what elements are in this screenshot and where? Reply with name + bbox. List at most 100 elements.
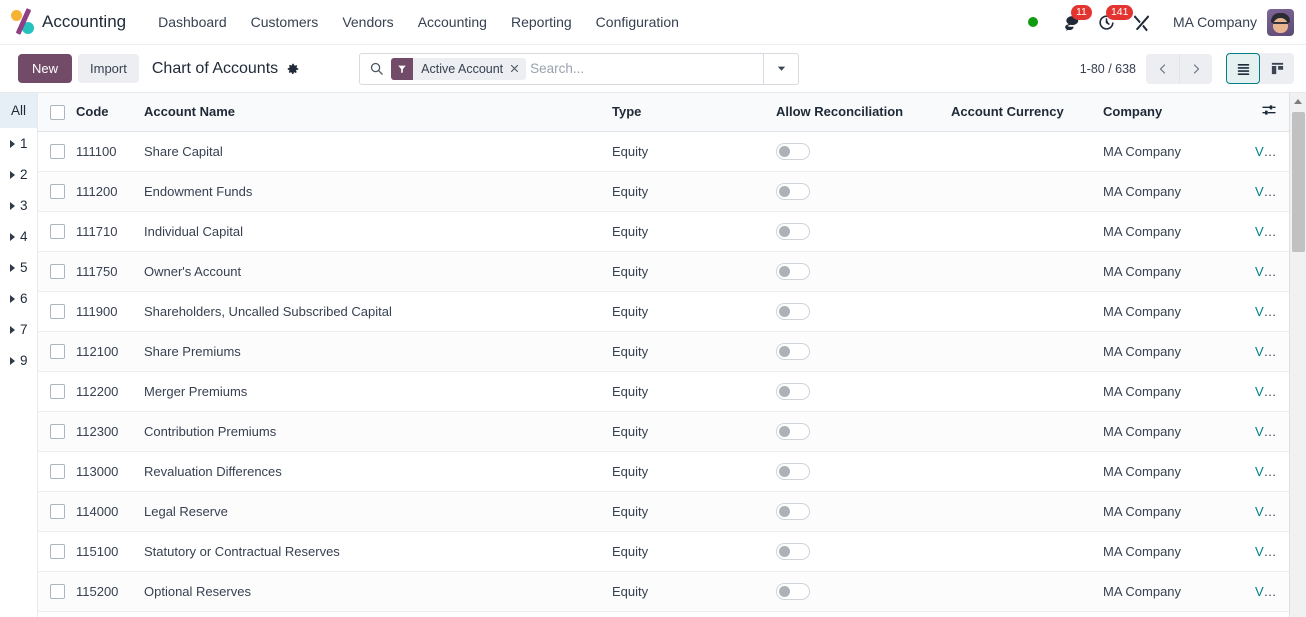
- filter-facet-active-account[interactable]: Active Account: [391, 57, 527, 80]
- user-avatar[interactable]: [1267, 8, 1294, 36]
- gear-icon[interactable]: [286, 62, 300, 76]
- select-all-checkbox[interactable]: [50, 104, 65, 120]
- scroll-up-button[interactable]: [1290, 93, 1306, 110]
- row-checkbox[interactable]: [50, 144, 65, 160]
- reconciliation-toggle[interactable]: [776, 582, 810, 600]
- reconciliation-toggle[interactable]: [776, 302, 810, 320]
- column-header-company[interactable]: Company: [1095, 93, 1247, 132]
- table-row[interactable]: 115200 Optional Reserves Equity MA Company V…: [38, 571, 1289, 612]
- row-checkbox[interactable]: [50, 384, 65, 400]
- sidebar-group-4[interactable]: 4: [0, 221, 37, 252]
- view-link[interactable]: View: [1255, 144, 1283, 159]
- apps-tools-button[interactable]: [1124, 0, 1159, 45]
- reconciliation-toggle[interactable]: [776, 222, 810, 240]
- table-row[interactable]: 115100 Statutory or Contractual Reserves E…: [38, 531, 1289, 572]
- activities-button[interactable]: 141: [1089, 0, 1134, 45]
- view-link[interactable]: View: [1255, 344, 1283, 359]
- cell-account-name: Share Premiums: [136, 331, 604, 372]
- reconciliation-toggle[interactable]: [776, 462, 810, 480]
- company-switcher[interactable]: MA Company: [1159, 14, 1267, 30]
- table-row[interactable]: 111900 Shareholders, Uncalled Subscribed …: [38, 291, 1289, 332]
- search-dropdown-toggle[interactable]: [763, 53, 798, 84]
- odoo-accounting-logo-icon[interactable]: [10, 8, 36, 35]
- row-checkbox[interactable]: [50, 424, 65, 440]
- table-row[interactable]: 111750 Owner's Account Equity MA Company Vie…: [38, 251, 1289, 292]
- view-link[interactable]: View: [1255, 464, 1283, 479]
- column-header-code[interactable]: Code: [68, 93, 136, 132]
- menu-item-reporting[interactable]: Reporting: [499, 8, 584, 36]
- cell-company: MA Company: [1095, 251, 1247, 292]
- table-row[interactable]: 113000 Revaluation Differences Equity MA Co…: [38, 451, 1289, 492]
- list-view-button[interactable]: [1226, 53, 1260, 84]
- table-row[interactable]: 112300 Contribution Premiums Equity MA Comp…: [38, 411, 1289, 452]
- reconciliation-toggle[interactable]: [776, 262, 810, 280]
- menu-item-accounting[interactable]: Accounting: [406, 8, 499, 36]
- close-icon[interactable]: [510, 64, 526, 73]
- view-link[interactable]: View: [1255, 304, 1283, 319]
- row-checkbox[interactable]: [50, 304, 65, 320]
- view-link[interactable]: View: [1255, 184, 1283, 199]
- import-button[interactable]: Import: [78, 54, 139, 83]
- menu-item-customers[interactable]: Customers: [239, 8, 331, 36]
- optional-columns-button[interactable]: [1247, 93, 1289, 132]
- row-checkbox[interactable]: [50, 584, 65, 600]
- view-link[interactable]: View: [1255, 544, 1283, 559]
- table-row[interactable]: 112200 Merger Premiums Equity MA Company Vie…: [38, 371, 1289, 412]
- sidebar-group-7[interactable]: 7: [0, 314, 37, 345]
- reconciliation-toggle[interactable]: [776, 142, 810, 160]
- row-checkbox[interactable]: [50, 224, 65, 240]
- reconciliation-toggle[interactable]: [776, 342, 810, 360]
- table-row[interactable]: 111200 Endowment Funds Equity MA Company Vie…: [38, 171, 1289, 212]
- sidebar-group-6[interactable]: 6: [0, 283, 37, 314]
- column-header-account-currency[interactable]: Account Currency: [943, 93, 1095, 132]
- view-link[interactable]: View: [1255, 264, 1283, 279]
- scrollbar-thumb[interactable]: [1292, 112, 1305, 252]
- menu-item-configuration[interactable]: Configuration: [584, 8, 691, 36]
- sidebar-group-3[interactable]: 3: [0, 190, 37, 221]
- cell-allow-reconciliation: [768, 211, 943, 252]
- brand-name[interactable]: Accounting: [42, 12, 126, 32]
- table-row[interactable]: 111100 Share Capital Equity MA Company View: [38, 131, 1289, 172]
- kanban-view-button[interactable]: [1260, 53, 1294, 84]
- messages-button[interactable]: 11: [1054, 0, 1092, 45]
- vertical-scrollbar[interactable]: [1289, 93, 1306, 617]
- table-row[interactable]: 112100 Share Premiums Equity MA Company View: [38, 331, 1289, 372]
- cell-code: 114000: [68, 491, 136, 532]
- view-link[interactable]: View: [1255, 384, 1283, 399]
- row-checkbox[interactable]: [50, 184, 65, 200]
- reconciliation-toggle[interactable]: [776, 382, 810, 400]
- menu-item-vendors[interactable]: Vendors: [330, 8, 405, 36]
- row-checkbox[interactable]: [50, 464, 65, 480]
- row-checkbox[interactable]: [50, 264, 65, 280]
- search-input[interactable]: [526, 53, 764, 84]
- view-link[interactable]: View: [1255, 584, 1283, 599]
- view-link[interactable]: View: [1255, 224, 1283, 239]
- reconciliation-toggle[interactable]: [776, 182, 810, 200]
- reconciliation-toggle[interactable]: [776, 542, 810, 560]
- row-checkbox[interactable]: [50, 504, 65, 520]
- reconciliation-toggle[interactable]: [776, 422, 810, 440]
- cell-view-action: View: [1247, 531, 1289, 572]
- sidebar-group-9[interactable]: 9: [0, 345, 37, 376]
- new-button[interactable]: New: [18, 54, 73, 83]
- table-row[interactable]: 111710 Individual Capital Equity MA Company…: [38, 211, 1289, 252]
- cell-type: Equity: [604, 131, 768, 172]
- sidebar-group-5[interactable]: 5: [0, 252, 37, 283]
- column-header-allow-reconciliation[interactable]: Allow Reconciliation: [768, 93, 943, 132]
- sidebar-group-1[interactable]: 1: [0, 128, 37, 159]
- column-header-account-name[interactable]: Account Name: [136, 93, 604, 132]
- view-link[interactable]: View: [1255, 424, 1283, 439]
- row-checkbox[interactable]: [50, 344, 65, 360]
- sidebar-item-all[interactable]: All: [0, 93, 37, 128]
- menu-item-dashboard[interactable]: Dashboard: [146, 8, 239, 36]
- view-link[interactable]: View: [1255, 504, 1283, 519]
- reconciliation-toggle[interactable]: [776, 502, 810, 520]
- table-row[interactable]: 114000 Legal Reserve Equity MA Company View: [38, 491, 1289, 532]
- cell-account-name: Individual Capital: [136, 211, 604, 252]
- row-checkbox[interactable]: [50, 544, 65, 560]
- account-group-sidebar: All 1 2 3 4 5 6 7 9: [0, 93, 38, 617]
- pager-next-button[interactable]: [1179, 53, 1212, 84]
- pager-previous-button[interactable]: [1146, 53, 1179, 84]
- column-header-type[interactable]: Type: [604, 93, 768, 132]
- sidebar-group-2[interactable]: 2: [0, 159, 37, 190]
